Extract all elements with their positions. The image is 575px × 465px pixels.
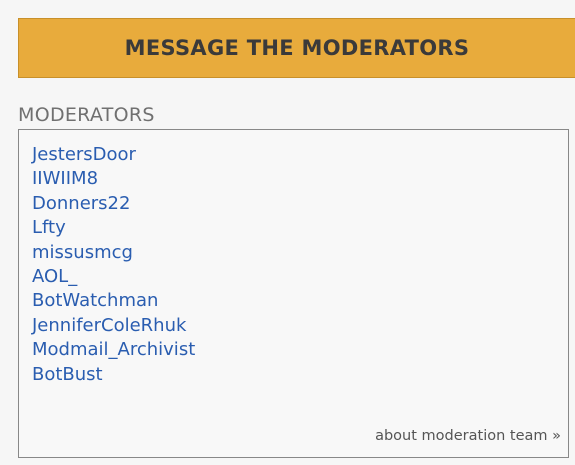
moderators-box: JestersDoor IIWIIM8 Donners22 Lfty missu… bbox=[18, 129, 569, 458]
moderators-sidebar-panel: MESSAGE THE MODERATORS MODERATORS Jester… bbox=[0, 0, 575, 465]
moderator-link[interactable]: BotBust bbox=[32, 363, 195, 387]
moderator-link[interactable]: missusmcg bbox=[32, 241, 195, 265]
moderator-link[interactable]: Donners22 bbox=[32, 192, 195, 216]
moderator-link[interactable]: BotWatchman bbox=[32, 289, 195, 313]
moderator-link[interactable]: Lfty bbox=[32, 216, 195, 240]
moderator-link[interactable]: AOL_ bbox=[32, 265, 195, 289]
moderator-link[interactable]: IIWIIM8 bbox=[32, 167, 195, 191]
moderator-link[interactable]: Modmail_Archivist bbox=[32, 338, 195, 362]
moderators-heading: MODERATORS bbox=[18, 104, 155, 126]
message-moderators-button[interactable]: MESSAGE THE MODERATORS bbox=[18, 18, 575, 78]
moderator-list: JestersDoor IIWIIM8 Donners22 Lfty missu… bbox=[32, 143, 195, 387]
about-moderation-team-link[interactable]: about moderation team » bbox=[375, 428, 561, 444]
moderator-link[interactable]: JenniferColeRhuk bbox=[32, 314, 195, 338]
moderator-link[interactable]: JestersDoor bbox=[32, 143, 195, 167]
